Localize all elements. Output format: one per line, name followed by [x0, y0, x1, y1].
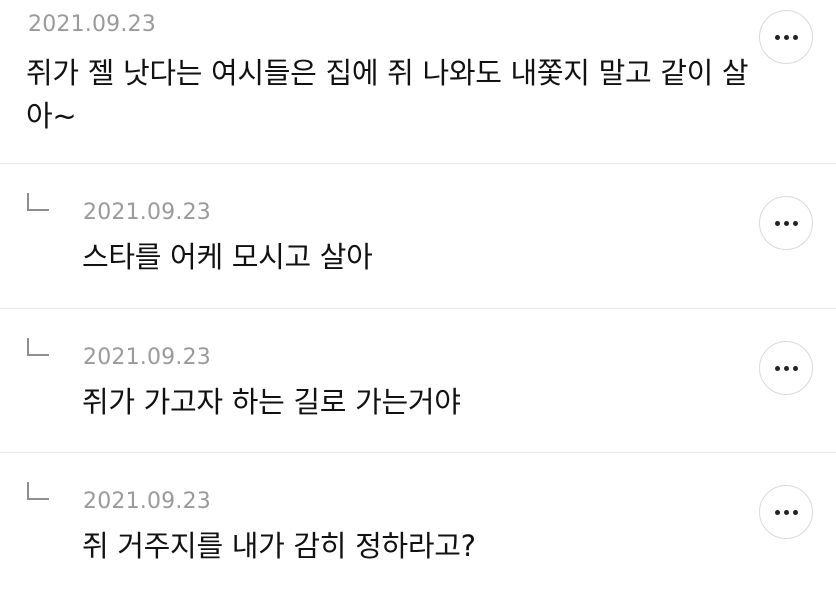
reply-item: 2021.09.23 쥐가 가고자 하는 길로 가는거야: [0, 309, 836, 453]
comment-text: 쥐가 가고자 하는 길로 가는거야: [82, 385, 461, 419]
comment-text: 쥐 거주지를 내가 감히 정하라고?: [82, 529, 476, 563]
reply-arrow-icon: [27, 193, 49, 211]
comment-date: 2021.09.23: [83, 200, 211, 225]
comment-date: 2021.09.23: [28, 12, 156, 37]
comment-date: 2021.09.23: [83, 489, 211, 514]
more-icon: [774, 365, 798, 371]
more-options-button[interactable]: [759, 196, 813, 250]
reply-item: 2021.09.23 스타를 어케 모시고 살아: [0, 164, 836, 309]
more-icon: [774, 220, 798, 226]
reply-arrow-icon: [27, 482, 49, 500]
more-options-button[interactable]: [759, 10, 813, 64]
comment-date: 2021.09.23: [83, 345, 211, 370]
more-options-button[interactable]: [759, 485, 813, 539]
more-options-button[interactable]: [759, 341, 813, 395]
more-icon: [774, 509, 798, 515]
comment-text: 쥐가 젤 낫다는 여시들은 집에 쥐 나와도 내쫓지 말고 같이 살아~: [26, 56, 749, 133]
comment-text: 스타를 어케 모시고 살아: [82, 240, 373, 274]
comment-item: 2021.09.23 쥐가 젤 낫다는 여시들은 집에 쥐 나와도 내쫓지 말고…: [0, 0, 836, 164]
reply-arrow-icon: [27, 338, 49, 356]
reply-item: 2021.09.23 쥐 거주지를 내가 감히 정하라고?: [0, 453, 836, 593]
more-icon: [774, 34, 798, 40]
